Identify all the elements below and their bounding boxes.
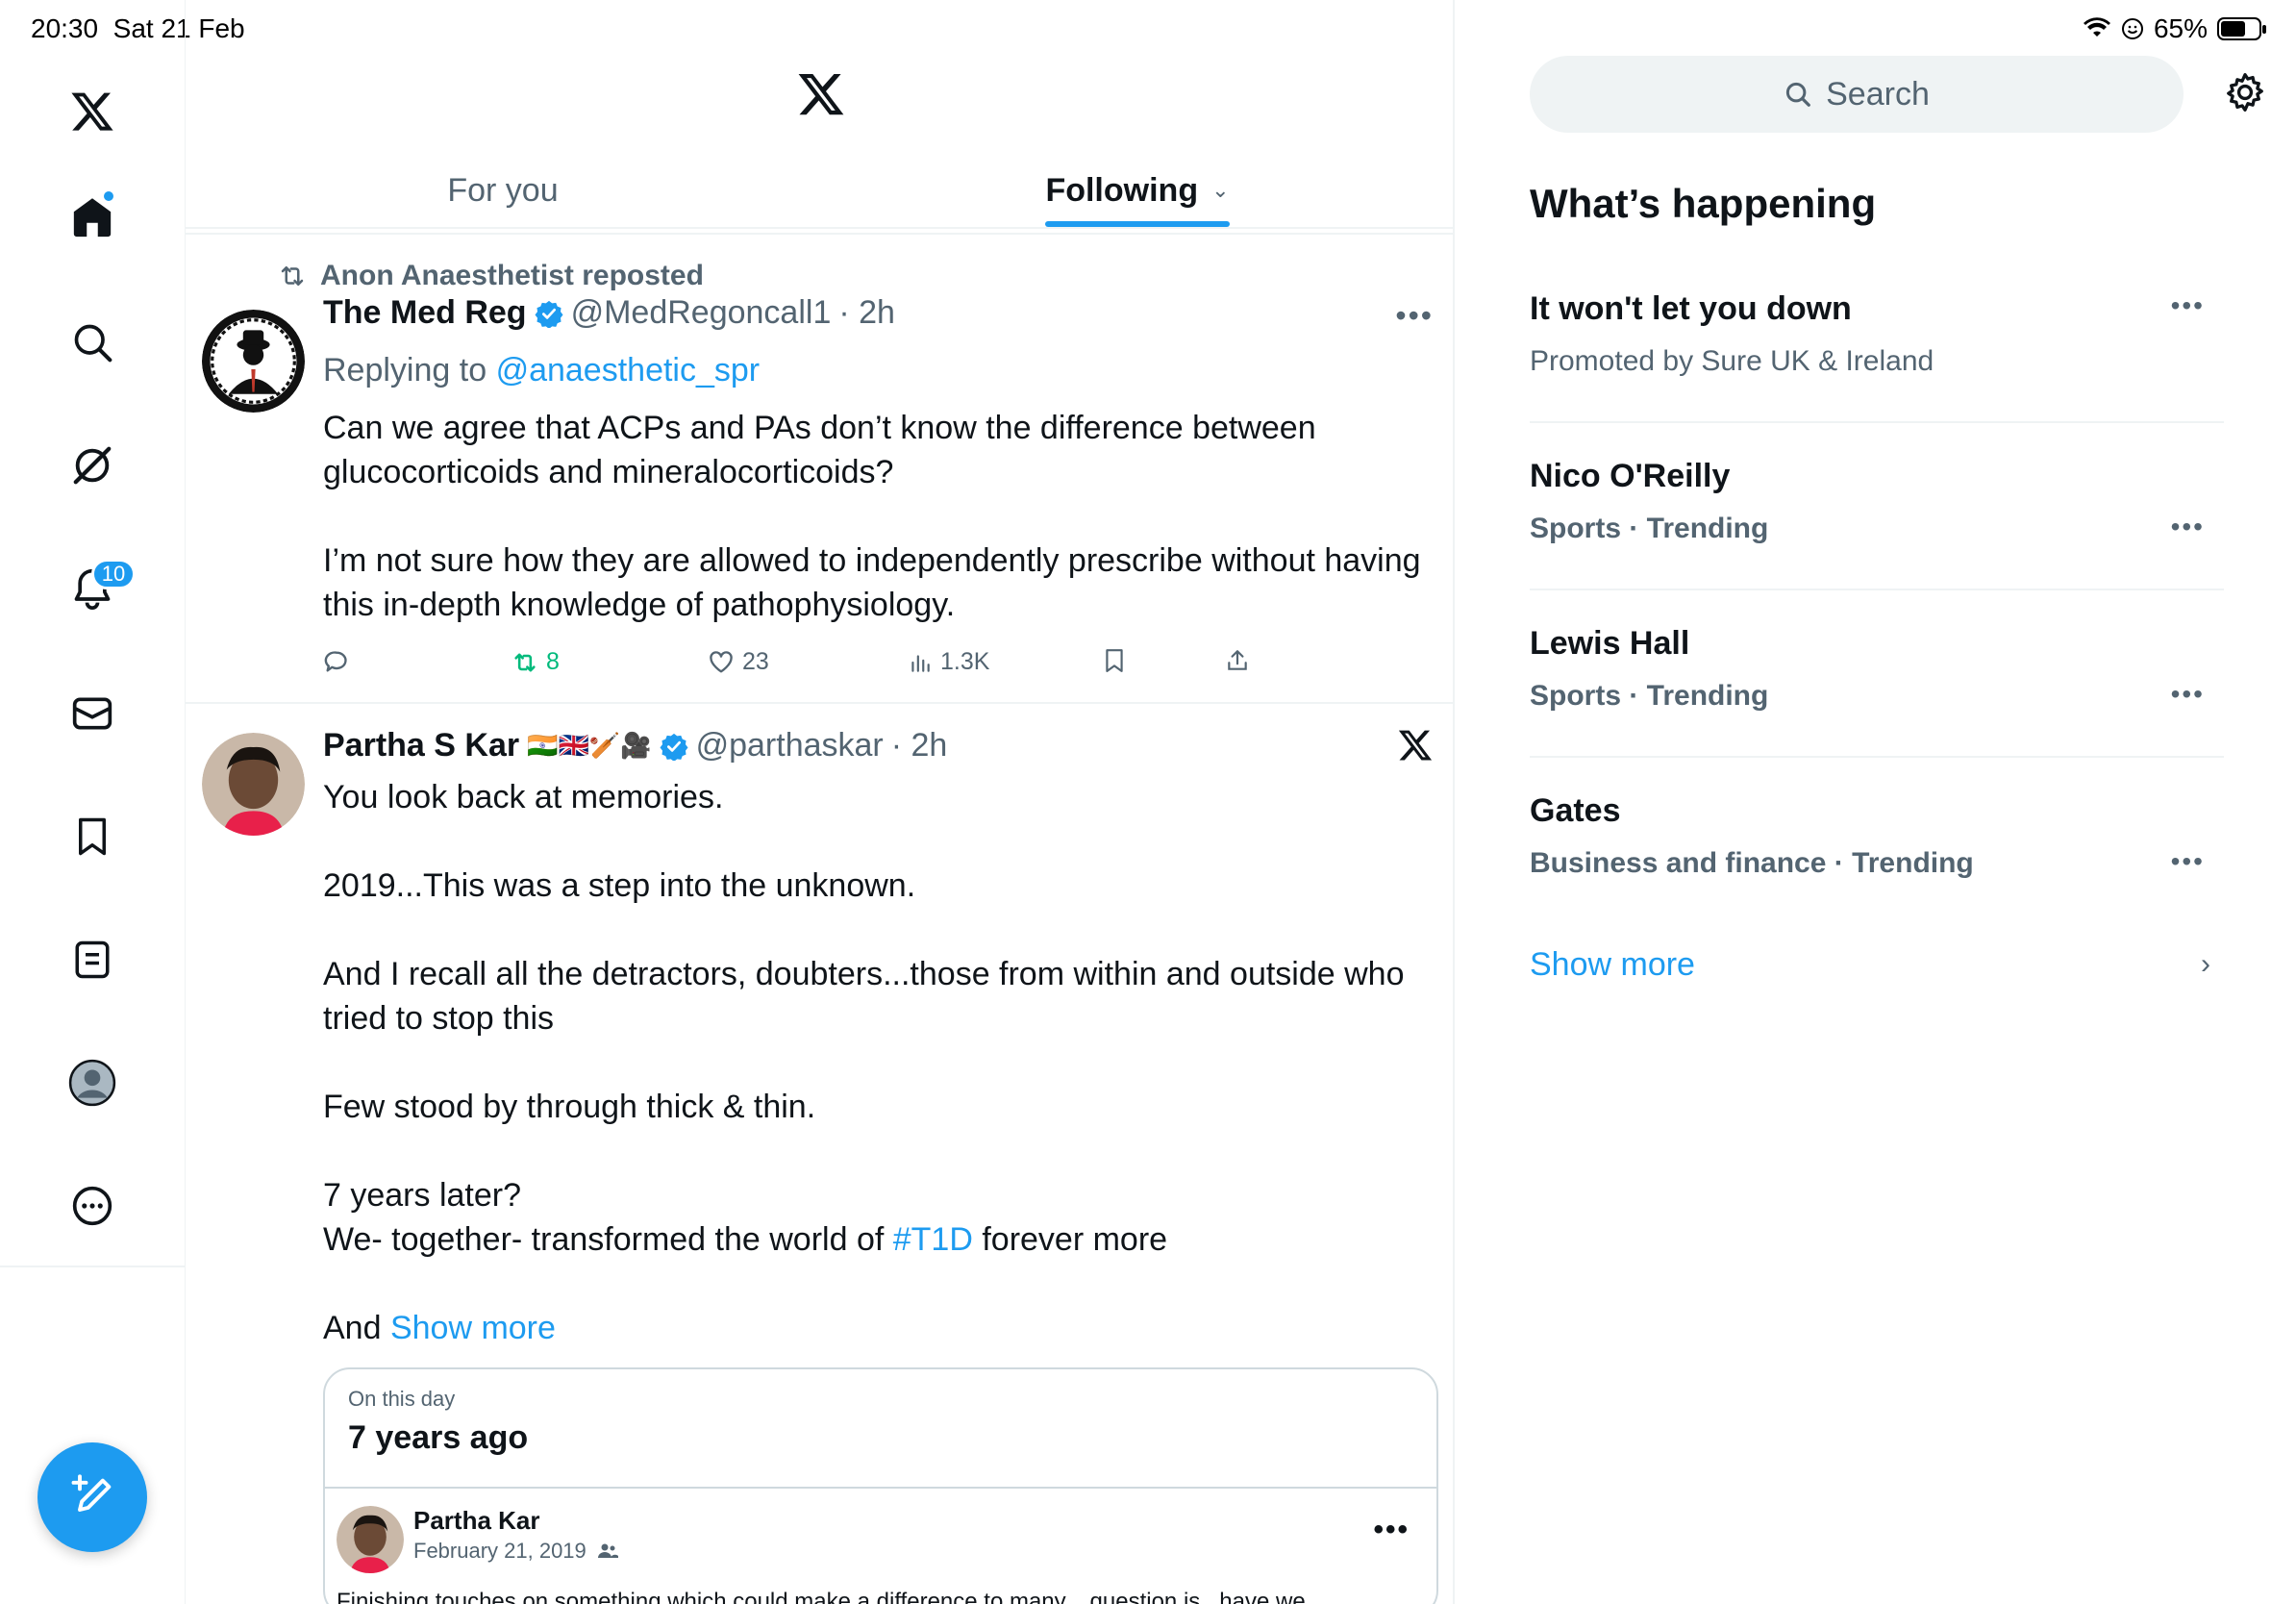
bookmark-post-button[interactable] bbox=[1102, 648, 1127, 673]
views-button[interactable]: 1.3K bbox=[908, 648, 989, 676]
reply-button[interactable] bbox=[323, 648, 358, 675]
author-handle[interactable]: @MedRegoncall1 bbox=[571, 294, 832, 332]
active-tab-indicator bbox=[1045, 221, 1230, 227]
author-name[interactable]: The Med Reg bbox=[323, 294, 527, 332]
trend-more-icon[interactable]: ••• bbox=[2171, 679, 2205, 710]
post-more-icon[interactable]: ••• bbox=[1395, 298, 1434, 334]
audience-icon bbox=[597, 1543, 618, 1558]
verified-badge-icon bbox=[660, 733, 688, 761]
timeline-tabs: For you Following ⌄ bbox=[186, 154, 1453, 229]
trend-item[interactable]: Gates Business and finance · Trending ••… bbox=[1530, 792, 2224, 880]
search-icon[interactable] bbox=[63, 313, 121, 371]
trend-item[interactable]: Nico O'Reilly Sports · Trending ••• bbox=[1530, 458, 2224, 545]
share-icon bbox=[1228, 650, 1247, 670]
post-text: Can we agree that ACPs and PAs don’t kno… bbox=[323, 410, 1421, 623]
verified-badge-icon bbox=[535, 300, 563, 328]
repost-icon bbox=[281, 266, 304, 286]
heart-icon bbox=[710, 650, 733, 672]
author-name[interactable]: Partha S Kar bbox=[323, 727, 519, 764]
hashtag-link[interactable]: #T1D bbox=[893, 1221, 973, 1258]
x-logo-icon[interactable] bbox=[63, 83, 121, 140]
bookmark-icon[interactable] bbox=[63, 808, 121, 865]
trend-divider bbox=[1530, 421, 2224, 423]
post-med-reg[interactable]: Anon Anaesthetist reposted The Med Reg @… bbox=[186, 233, 1453, 704]
trend-item[interactable]: Lewis Hall Sports · Trending ••• bbox=[1530, 625, 2224, 713]
post-actions: 8 23 1.3K bbox=[323, 648, 1438, 687]
compose-button[interactable] bbox=[37, 1442, 147, 1552]
trend-divider bbox=[1530, 589, 2224, 590]
avatar[interactable] bbox=[202, 733, 305, 836]
card-snippet: Finishing touches on something which cou… bbox=[337, 1589, 1306, 1604]
list-icon[interactable] bbox=[63, 931, 121, 989]
trend-more-icon[interactable]: ••• bbox=[2171, 846, 2205, 877]
card-date: February 21, 2019 bbox=[413, 1539, 619, 1564]
profile-emoji-flags: 🇮🇳🇬🇧🏏🎥 bbox=[527, 731, 652, 760]
bookmark-icon bbox=[1106, 649, 1123, 672]
profile-avatar-icon[interactable] bbox=[63, 1054, 121, 1112]
tab-for-you[interactable]: For you bbox=[186, 154, 820, 227]
left-nav: 10 bbox=[0, 0, 186, 1604]
post-header: The Med Reg @MedRegoncall1 · 2h bbox=[323, 294, 895, 332]
grok-icon[interactable] bbox=[63, 437, 121, 494]
search-input[interactable]: Search bbox=[1530, 56, 2184, 133]
post-header: Partha S Kar 🇮🇳🇬🇧🏏🎥 @parthaskar · 2h bbox=[323, 727, 947, 764]
post-partha-kar[interactable]: Partha S Kar 🇮🇳🇬🇧🏏🎥 @parthaskar · 2h You… bbox=[186, 704, 1453, 1604]
card-divider bbox=[325, 1487, 1436, 1489]
card-label: On this day bbox=[348, 1387, 456, 1411]
tab-following[interactable]: Following ⌄ bbox=[820, 154, 1453, 227]
show-more-trends-link[interactable]: Show more bbox=[1530, 946, 1695, 984]
card-title: 7 years ago bbox=[348, 1419, 529, 1456]
x-post-icon[interactable] bbox=[1397, 727, 1434, 764]
compose-icon bbox=[71, 1474, 112, 1512]
whats-happening-title: What’s happening bbox=[1530, 181, 1877, 226]
post-time: · 2h bbox=[890, 727, 948, 764]
author-handle[interactable]: @parthaskar bbox=[696, 727, 884, 764]
settings-gear-icon[interactable] bbox=[2224, 71, 2266, 113]
trend-more-icon[interactable]: ••• bbox=[2171, 512, 2205, 542]
repost-button[interactable]: 8 bbox=[512, 648, 560, 676]
search-icon bbox=[1786, 82, 1810, 107]
replying-to-link[interactable]: @anaesthetic_spr bbox=[496, 352, 761, 388]
nav-divider bbox=[0, 1266, 186, 1267]
views-icon bbox=[911, 654, 930, 672]
x-header-logo-icon[interactable] bbox=[796, 69, 846, 119]
like-button[interactable]: 23 bbox=[708, 648, 769, 676]
post-time: · 2h bbox=[838, 294, 895, 331]
show-more-link[interactable]: Show more bbox=[390, 1310, 556, 1346]
trend-item[interactable]: It won't let you down Promoted by Sure U… bbox=[1530, 290, 2224, 378]
card-author[interactable]: Partha Kar bbox=[413, 1506, 540, 1536]
reply-icon bbox=[324, 651, 347, 672]
notification-badge: 10 bbox=[91, 559, 136, 589]
replying-to: Replying to @anaesthetic_spr bbox=[323, 352, 761, 388]
chevron-down-icon[interactable]: ⌄ bbox=[1211, 178, 1229, 203]
repost-icon bbox=[514, 653, 536, 671]
card-more-icon[interactable]: ••• bbox=[1373, 1514, 1410, 1546]
quoted-memory-card[interactable]: On this day 7 years ago Partha Kar Febru… bbox=[323, 1367, 1438, 1604]
right-sidebar: Search What’s happening It won't let you… bbox=[1455, 0, 2296, 1604]
chevron-right-icon: › bbox=[2201, 948, 2210, 980]
avatar[interactable] bbox=[337, 1506, 404, 1573]
share-button[interactable] bbox=[1225, 648, 1250, 673]
repost-indicator: Anon Anaesthetist reposted bbox=[278, 260, 704, 292]
trend-divider bbox=[1530, 756, 2224, 758]
avatar[interactable] bbox=[202, 310, 305, 413]
trend-more-icon[interactable]: ••• bbox=[2171, 290, 2205, 321]
post-text: You look back at memories. 2019...This w… bbox=[323, 779, 1405, 1346]
more-circle-icon[interactable] bbox=[63, 1177, 121, 1235]
home-unread-dot bbox=[102, 189, 115, 203]
mail-icon[interactable] bbox=[63, 685, 121, 742]
main-timeline: For you Following ⌄ Anon Anaesthetist re… bbox=[186, 0, 1455, 1604]
